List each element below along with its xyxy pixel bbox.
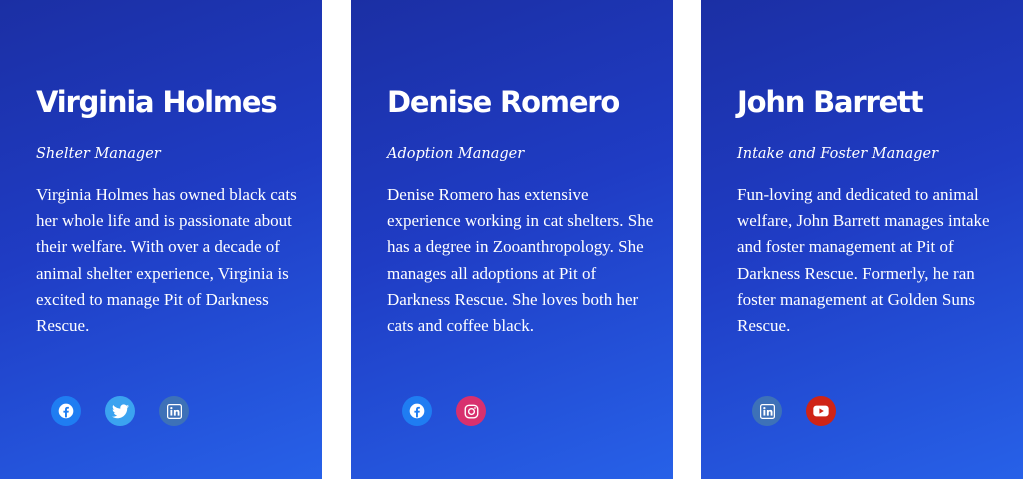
facebook-icon[interactable]	[402, 396, 432, 426]
team-cards: Virginia Holmes Shelter Manager Virginia…	[0, 0, 1024, 479]
member-bio: Fun-loving and dedicated to animal welfa…	[737, 185, 990, 336]
member-name: Denise Romero	[387, 85, 620, 119]
member-role: Shelter Manager	[36, 146, 161, 162]
member-bio: Virginia Holmes has owned black cats her…	[36, 185, 297, 336]
team-card-john-barrett: John Barrett Intake and Foster Manager F…	[701, 0, 1023, 479]
instagram-icon[interactable]	[456, 396, 486, 426]
social-links	[51, 396, 189, 426]
member-name: Virginia Holmes	[36, 85, 278, 119]
social-links	[402, 396, 486, 426]
team-card-denise-romero: Denise Romero Adoption Manager Denise Ro…	[351, 0, 673, 479]
youtube-icon[interactable]	[806, 396, 836, 426]
member-bio: Denise Romero has extensive experience w…	[387, 185, 654, 336]
twitter-icon[interactable]	[105, 396, 135, 426]
facebook-icon[interactable]	[51, 396, 81, 426]
member-name: John Barrett	[737, 85, 924, 119]
member-role: Adoption Manager	[387, 146, 525, 162]
member-role: Intake and Foster Manager	[737, 146, 939, 162]
social-links	[752, 396, 836, 426]
team-card-virginia-holmes: Virginia Holmes Shelter Manager Virginia…	[0, 0, 322, 479]
linkedin-icon[interactable]	[159, 396, 189, 426]
linkedin-icon[interactable]	[752, 396, 782, 426]
